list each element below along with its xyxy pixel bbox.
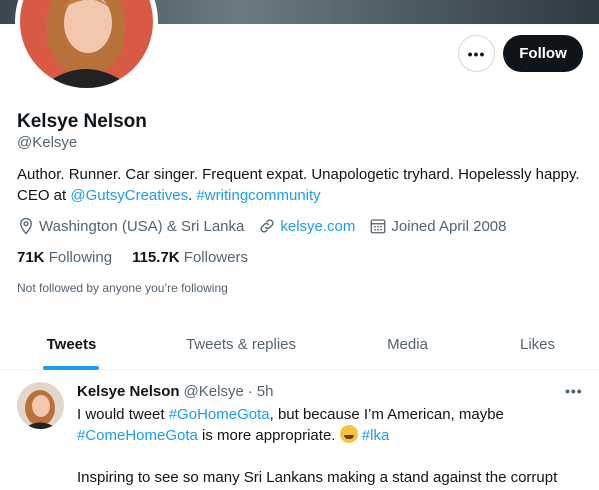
following-label: Following bbox=[48, 249, 113, 266]
tweet-paragraph-1: I would tweet #GoHomeGota, but because I… bbox=[77, 404, 582, 446]
location-text: Washington (USA) & Sri Lanka bbox=[39, 217, 245, 235]
profile-handle: @Kelsye bbox=[17, 134, 78, 151]
joined-text: Joined April 2008 bbox=[391, 217, 507, 235]
tweet-text-segment: , but because I’m American, maybe bbox=[269, 406, 504, 423]
tweet-avatar[interactable] bbox=[17, 382, 64, 429]
followers-label: Followers bbox=[183, 249, 248, 266]
following-count: 71K bbox=[17, 249, 45, 266]
tweet-text: I would tweet #GoHomeGota, but because I… bbox=[77, 404, 582, 490]
tweet-author-name[interactable]: Kelsye Nelson bbox=[77, 383, 180, 400]
profile-location: Washington (USA) & Sri Lanka bbox=[17, 217, 244, 235]
not-followed-note: Not followed by anyone you’re following bbox=[17, 281, 228, 295]
link-icon bbox=[260, 219, 274, 233]
location-icon bbox=[20, 217, 32, 235]
profile-meta: Washington (USA) & Sri Lanka kelsye.com … bbox=[17, 217, 521, 235]
followers-count: 115.7K bbox=[132, 249, 180, 266]
followers-link[interactable]: 115.7K Followers bbox=[132, 249, 248, 266]
tweet-timestamp[interactable]: 5h bbox=[257, 383, 274, 400]
profile-avatar[interactable] bbox=[15, 0, 158, 93]
tweet-text-segment: I would tweet bbox=[77, 406, 169, 423]
avatar-image bbox=[20, 0, 153, 88]
profile-name: Kelsye Nelson bbox=[17, 111, 147, 132]
profile-joined: Joined April 2008 bbox=[369, 217, 507, 235]
website-link[interactable]: kelsye.com bbox=[280, 218, 355, 235]
profile-bio: Author. Runner. Car singer. Frequent exp… bbox=[17, 164, 587, 206]
tweet-paragraph-2: Inspiring to see so many Sri Lankans mak… bbox=[77, 469, 558, 486]
tweet-item[interactable]: Kelsye Nelson @Kelsye · 5h ••• I would t… bbox=[0, 371, 599, 490]
tab-likes[interactable]: Likes bbox=[476, 318, 599, 370]
tab-tweets[interactable]: Tweets bbox=[0, 318, 143, 370]
profile-website: kelsye.com bbox=[258, 217, 355, 235]
tweet-header: Kelsye Nelson @Kelsye · 5h bbox=[77, 383, 277, 400]
rofl-emoji-icon bbox=[339, 425, 358, 443]
tweet-author-handle[interactable]: @Kelsye bbox=[184, 383, 244, 400]
hashtag-lka[interactable]: #lka bbox=[362, 427, 390, 444]
more-icon: ••• bbox=[467, 45, 486, 62]
calendar-icon bbox=[370, 219, 386, 234]
tab-tweets-replies[interactable]: Tweets & replies bbox=[143, 318, 339, 370]
bio-hashtag-writingcommunity[interactable]: #writingcommunity bbox=[196, 187, 320, 204]
follow-button[interactable]: Follow bbox=[503, 35, 583, 72]
profile-stats: 71K Following 115.7K Followers bbox=[17, 249, 268, 266]
tab-media[interactable]: Media bbox=[339, 318, 476, 370]
bio-link-gutsycreatives[interactable]: @GutsyCreatives bbox=[70, 187, 188, 204]
tweet-text-segment: is more appropriate. bbox=[197, 427, 340, 444]
active-tab-indicator bbox=[43, 366, 99, 370]
following-link[interactable]: 71K Following bbox=[17, 249, 112, 266]
more-options-button[interactable]: ••• bbox=[458, 35, 495, 72]
hashtag-gohomegota[interactable]: #GoHomeGota bbox=[169, 406, 270, 423]
profile-tabs: Tweets Tweets & replies Media Likes bbox=[0, 318, 599, 370]
hashtag-comehomegota[interactable]: #ComeHomeGota bbox=[77, 427, 198, 444]
tweet-more-icon[interactable]: ••• bbox=[565, 383, 583, 399]
tweet-separator: · bbox=[247, 383, 253, 400]
